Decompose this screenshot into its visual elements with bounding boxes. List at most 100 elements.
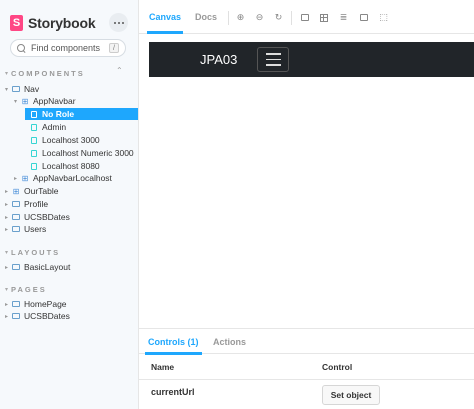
caret-down-icon: ▾ — [14, 98, 18, 105]
measure-icon[interactable]: ≣ — [339, 12, 348, 22]
tree-item-localhost-numeric-3000-label: Localhost Numeric 3000 — [42, 148, 134, 158]
tree-item-localhost-3000-label: Localhost 3000 — [42, 135, 100, 145]
preview-canvas: JPA03 — [139, 35, 474, 328]
expand-collapse-icon[interactable]: ⌃ — [116, 66, 123, 75]
tree-item-appnavbar-localhost[interactable]: ▸ ⊞ AppNavbarLocalhost — [14, 172, 112, 184]
tree-item-localhost-8080[interactable]: Localhost 8080 — [30, 160, 100, 172]
storybook-logo-icon: S — [10, 15, 23, 31]
folder-icon — [12, 214, 20, 220]
tree-item-profile-label: Profile — [24, 199, 49, 209]
search-icon — [17, 43, 26, 53]
story-icon — [31, 123, 37, 131]
tree-item-localhost-3000[interactable]: Localhost 3000 — [30, 134, 100, 146]
tree-item-pages-ucsbdates[interactable]: ▸ UCSBDates — [5, 310, 70, 322]
caret-down-icon: ▾ — [5, 70, 9, 77]
tree-item-basiclayout[interactable]: ▸ BasicLayout — [5, 261, 70, 273]
section-pages[interactable]: ▾ PAGES — [5, 283, 47, 295]
caret-right-icon: ▸ — [5, 301, 9, 308]
section-layouts[interactable]: ▾ LAYOUTS — [5, 246, 60, 258]
caret-down-icon: ▾ — [5, 86, 9, 93]
tab-docs[interactable]: Docs — [195, 0, 217, 34]
tree-item-homepage[interactable]: ▸ HomePage — [5, 298, 67, 310]
folder-icon — [12, 201, 20, 207]
caret-down-icon: ▾ — [5, 249, 9, 256]
tab-canvas[interactable]: Canvas — [146, 0, 184, 34]
caret-right-icon: ▸ — [5, 214, 9, 221]
tree-item-homepage-label: HomePage — [24, 299, 67, 309]
caret-right-icon: ▸ — [14, 175, 18, 182]
tree-item-nav[interactable]: ▾ Nav — [5, 83, 39, 95]
tree-item-appnavbar-localhost-label: AppNavbarLocalhost — [33, 173, 112, 183]
tree-item-no-role[interactable]: No Role — [25, 108, 138, 120]
sidebar-menu-button[interactable] — [109, 13, 128, 32]
tree-item-nav-label: Nav — [24, 84, 40, 94]
caret-right-icon: ▸ — [5, 264, 9, 271]
caret-down-icon: ▾ — [5, 286, 9, 293]
tree-item-localhost-numeric-3000[interactable]: Localhost Numeric 3000 — [30, 147, 134, 159]
story-icon — [31, 110, 37, 118]
component-icon: ⊞ — [21, 96, 29, 106]
tree-item-basiclayout-label: BasicLayout — [24, 262, 71, 272]
zoom-in-icon[interactable]: ⊕ — [236, 12, 245, 22]
preview-navbar: JPA03 — [149, 42, 474, 77]
tree-item-no-role-label: No Role — [42, 109, 75, 119]
section-pages-label: PAGES — [11, 284, 47, 294]
caret-right-icon: ▸ — [5, 226, 9, 233]
ellipsis-icon — [113, 21, 116, 24]
storybook-logo-text: Storybook — [28, 15, 96, 31]
toolbar: Canvas Docs ⊕ ⊖ ↻ ≣ ⬚ — [139, 0, 474, 34]
story-icon — [31, 149, 37, 157]
folder-icon — [12, 264, 20, 270]
navbar-brand[interactable]: JPA03 — [200, 52, 237, 67]
tree-item-pages-ucsbdates-label: UCSBDates — [24, 311, 70, 321]
tree-item-admin[interactable]: Admin — [30, 121, 66, 133]
tree-item-ourtable-label: OurTable — [24, 186, 59, 196]
zoom-reset-icon[interactable]: ↻ — [274, 12, 283, 22]
folder-icon — [12, 301, 20, 307]
set-object-button[interactable]: Set object — [322, 385, 380, 405]
hamburger-icon — [265, 53, 281, 55]
caret-right-icon: ▸ — [5, 313, 9, 320]
column-header-name: Name — [151, 362, 175, 372]
zoom-out-icon[interactable]: ⊖ — [255, 12, 264, 22]
control-row-name: currentUrl — [151, 387, 195, 397]
toolbar-divider — [228, 11, 229, 25]
tree-item-users[interactable]: ▸ Users — [5, 223, 46, 235]
toolbar-divider — [291, 11, 292, 25]
tree-item-appnavbar[interactable]: ▾ ⊞ AppNavbar — [14, 95, 76, 107]
outline-icon[interactable]: ⬚ — [379, 12, 388, 22]
addons-tabbar: Controls (1) Actions — [139, 329, 474, 355]
tree-item-admin-label: Admin — [42, 122, 67, 132]
background-icon[interactable] — [300, 13, 309, 22]
tab-controls[interactable]: Controls (1) — [145, 329, 201, 355]
folder-icon — [12, 86, 20, 92]
caret-right-icon: ▸ — [5, 188, 9, 195]
component-icon: ⊞ — [12, 186, 20, 196]
story-icon — [31, 136, 37, 144]
viewport-icon[interactable] — [359, 13, 368, 22]
tree-item-ucsbdates[interactable]: ▸ UCSBDates — [5, 211, 70, 223]
tab-actions[interactable]: Actions — [213, 329, 246, 354]
section-components[interactable]: ▾ COMPONENTS — [5, 67, 85, 79]
column-header-control: Control — [322, 362, 353, 372]
tree-item-localhost-8080-label: Localhost 8080 — [42, 161, 100, 171]
main-panel: Canvas Docs ⊕ ⊖ ↻ ≣ ⬚ JPA03 Controls (1)… — [139, 0, 474, 409]
sidebar: S Storybook / ▾ COMPONENTS ⌃ ▾ Nav ▾ ⊞ A… — [0, 0, 139, 409]
navbar-toggler-button[interactable] — [257, 47, 289, 72]
storybook-logo[interactable]: S Storybook — [10, 13, 96, 33]
folder-icon — [12, 313, 20, 319]
tree-item-profile[interactable]: ▸ Profile — [5, 198, 48, 210]
tree-item-users-label: Users — [24, 224, 47, 234]
divider — [139, 379, 474, 380]
story-icon — [31, 162, 37, 170]
addons-panel: Controls (1) Actions Name Control curren… — [139, 328, 474, 409]
folder-icon — [12, 226, 20, 232]
tree-item-appnavbar-label: AppNavbar — [33, 96, 76, 106]
tree-item-ourtable[interactable]: ▸ ⊞ OurTable — [5, 185, 59, 197]
section-components-label: COMPONENTS — [11, 68, 85, 78]
section-layouts-label: LAYOUTS — [11, 247, 61, 257]
search-box[interactable]: / — [10, 39, 126, 57]
grid-icon[interactable] — [319, 13, 328, 22]
component-icon: ⊞ — [21, 173, 29, 183]
search-input[interactable] — [31, 43, 111, 53]
